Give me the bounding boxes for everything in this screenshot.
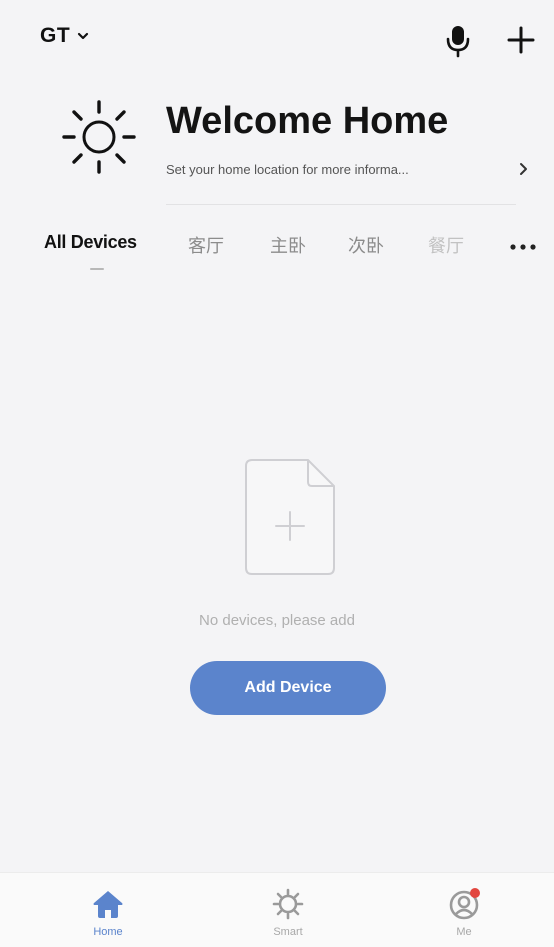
chevron-right-icon[interactable] xyxy=(518,161,530,177)
nav-home-label: Home xyxy=(93,926,123,938)
nav-home[interactable]: Home xyxy=(68,887,148,938)
profile-icon xyxy=(449,888,480,920)
plus-icon[interactable] xyxy=(505,24,537,56)
tab-all-devices[interactable]: All Devices xyxy=(44,232,137,253)
nav-me[interactable]: Me xyxy=(424,887,504,938)
tab-dining-room[interactable]: 餐厅 xyxy=(428,232,464,258)
tab-second-bedroom[interactable]: 次卧 xyxy=(348,232,384,258)
smart-icon xyxy=(272,888,304,920)
room-tabs: All Devices 客厅 主卧 次卧 餐厅 xyxy=(0,230,554,274)
tab-living-room[interactable]: 客厅 xyxy=(188,232,224,258)
chevron-down-icon xyxy=(78,32,89,40)
sun-icon xyxy=(62,100,136,174)
tab-master-bedroom[interactable]: 主卧 xyxy=(270,232,306,258)
home-icon xyxy=(93,891,123,918)
home-selector[interactable]: GT xyxy=(40,24,90,48)
more-dots-icon[interactable] xyxy=(508,242,538,252)
add-device-button[interactable]: Add Device xyxy=(190,661,386,715)
notification-badge xyxy=(470,888,480,898)
nav-smart-label: Smart xyxy=(273,926,303,938)
divider xyxy=(166,204,516,205)
microphone-icon[interactable] xyxy=(444,24,472,58)
home-name: GT xyxy=(40,24,71,47)
active-tab-indicator xyxy=(90,268,104,270)
welcome-title: Welcome Home xyxy=(166,100,449,142)
nav-smart[interactable]: Smart xyxy=(248,887,328,938)
top-bar: GT xyxy=(0,0,554,80)
bottom-navigation: Home Smart Me xyxy=(0,872,554,947)
empty-state-message: No devices, please add xyxy=(199,612,355,629)
add-document-icon xyxy=(245,459,335,575)
nav-me-label: Me xyxy=(456,926,472,938)
location-prompt[interactable]: Set your home location for more informa.… xyxy=(166,162,511,177)
